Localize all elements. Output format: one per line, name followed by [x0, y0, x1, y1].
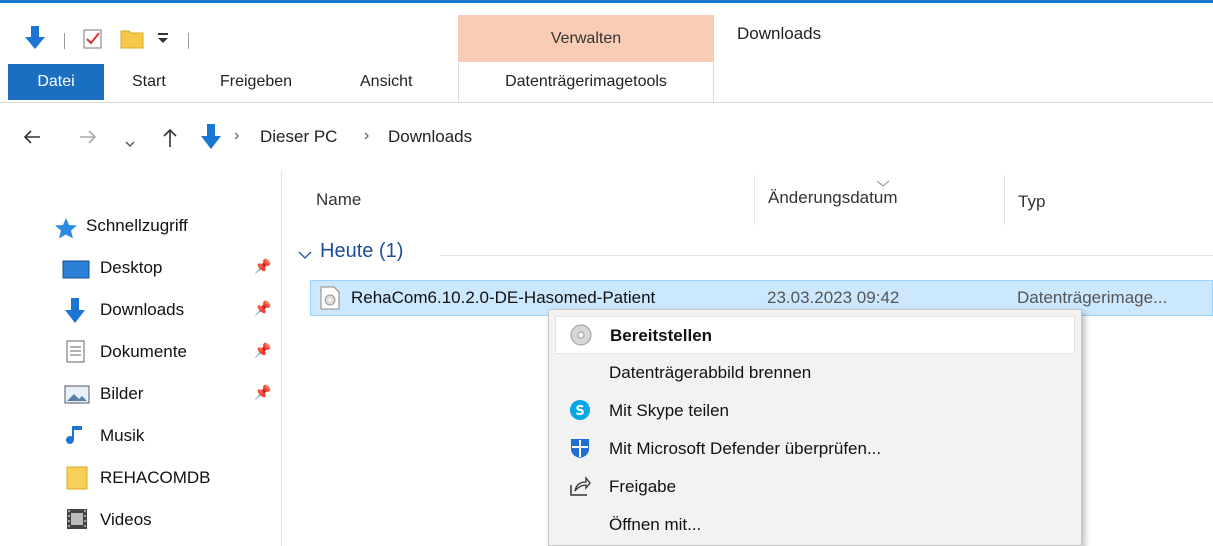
- menu-item-label: Öffnen mit...: [609, 515, 702, 534]
- nav-item-videos[interactable]: Videos: [0, 502, 280, 538]
- new-folder-icon[interactable]: [120, 28, 144, 55]
- menu-item-label: Bereitstellen: [610, 326, 713, 345]
- quick-access-star-icon: [54, 217, 78, 244]
- tab-start[interactable]: Start: [132, 62, 166, 102]
- music-icon: [66, 424, 86, 453]
- download-arrow-icon[interactable]: [22, 25, 48, 56]
- tab-datentraegerimagetools[interactable]: Datenträgerimagetools: [458, 62, 714, 102]
- pin-icon[interactable]: 📌: [254, 258, 271, 275]
- skype-icon: S: [569, 399, 591, 421]
- disc-image-file-icon: [319, 286, 341, 315]
- group-divider: [440, 255, 1213, 256]
- nav-item-label: Videos: [100, 510, 152, 529]
- nav-item-rehacomdb[interactable]: REHACOMDB: [0, 460, 280, 496]
- column-divider[interactable]: [1004, 175, 1005, 225]
- menu-item-freigabe[interactable]: Freigabe: [555, 468, 1075, 506]
- address-bar: › Dieser PC › Downloads: [0, 115, 1213, 163]
- contextual-tab-group-verwalten: Verwalten: [458, 15, 714, 62]
- breadcrumb-chevron-icon[interactable]: ›: [234, 127, 239, 145]
- file-name: RehaCom6.10.2.0-DE-Hasomed-Patient: [351, 288, 656, 307]
- column-divider[interactable]: [754, 175, 755, 225]
- nav-item-dokumente[interactable]: Dokumente 📌: [0, 334, 280, 370]
- customize-toolbar-icon[interactable]: [156, 29, 170, 48]
- up-arrow-icon[interactable]: [160, 127, 180, 155]
- nav-item-desktop[interactable]: Desktop 📌: [0, 250, 280, 286]
- menu-item-bereitstellen[interactable]: Bereitstellen: [555, 316, 1075, 354]
- column-header-date[interactable]: Änderungsdatum: [768, 188, 897, 248]
- nav-item-label: Musik: [100, 426, 145, 445]
- nav-item-bilder[interactable]: Bilder 📌: [0, 376, 280, 412]
- download-arrow-icon: [62, 297, 88, 330]
- pin-icon[interactable]: 📌: [254, 342, 271, 359]
- desktop-icon: [62, 260, 90, 285]
- nav-item-label: REHACOMDB: [100, 468, 211, 487]
- toolbar-separator: [64, 33, 65, 49]
- pin-icon[interactable]: 📌: [254, 384, 271, 401]
- ribbon-tabs: Datei Start Freigeben Ansicht Datenträge…: [0, 62, 1213, 103]
- nav-item-musik[interactable]: Musik: [0, 418, 280, 454]
- share-icon: [569, 475, 591, 497]
- menu-item-label: Datenträgerabbild brennen: [609, 363, 812, 382]
- breadcrumb-downloads[interactable]: Downloads: [388, 127, 472, 147]
- navigation-pane: Schnellzugriff Desktop 📌 Downloads 📌 Dok…: [0, 170, 282, 546]
- menu-item-label: Mit Skype teilen: [609, 401, 729, 420]
- videos-icon: [66, 508, 88, 535]
- back-arrow-icon[interactable]: [22, 127, 42, 153]
- nav-item-label: Bilder: [100, 384, 144, 403]
- recent-locations-chevron-icon[interactable]: [124, 132, 136, 155]
- toolbar-separator: [188, 33, 189, 49]
- breadcrumb-chevron-icon[interactable]: ›: [364, 127, 369, 145]
- nav-quick-access[interactable]: Schnellzugriff: [86, 216, 188, 236]
- forward-arrow-icon[interactable]: [78, 127, 98, 153]
- contextual-group-label: Verwalten: [550, 30, 622, 47]
- properties-check-icon[interactable]: [82, 28, 104, 55]
- menu-item-label: Mit Microsoft Defender überprüfen...: [609, 439, 882, 458]
- nav-item-label: Downloads: [100, 300, 185, 319]
- pin-icon[interactable]: 📌: [254, 300, 271, 317]
- group-header-heute[interactable]: Heute (1): [320, 240, 403, 263]
- breadcrumb-dieser-pc[interactable]: Dieser PC: [260, 127, 337, 147]
- downloads-location-icon: [198, 123, 224, 157]
- pictures-icon: [64, 385, 90, 410]
- menu-item-mit-skype-teilen[interactable]: S Mit Skype teilen: [555, 392, 1075, 430]
- file-date: 23.03.2023 09:42: [767, 288, 900, 307]
- menu-item-oeffnen-mit[interactable]: Öffnen mit...: [555, 506, 1075, 544]
- nav-item-label: Dokumente: [100, 342, 187, 361]
- tab-datei[interactable]: Datei: [8, 64, 104, 100]
- documents-icon: [66, 340, 86, 369]
- window-title: Downloads: [737, 24, 822, 43]
- menu-item-defender-ueberpruefen[interactable]: Mit Microsoft Defender überprüfen...: [555, 430, 1075, 468]
- defender-shield-icon: [569, 437, 591, 459]
- file-type: Datenträgerimage...: [1017, 288, 1168, 307]
- svg-text:S: S: [575, 404, 584, 419]
- disc-icon: [570, 324, 592, 346]
- column-header-type[interactable]: Typ: [1018, 192, 1045, 252]
- pane-divider: [281, 170, 282, 546]
- nav-item-label: Desktop: [100, 258, 163, 277]
- folder-icon: [66, 465, 90, 496]
- tab-ansicht[interactable]: Ansicht: [360, 62, 412, 102]
- group-collapse-chevron-icon[interactable]: [298, 247, 312, 265]
- menu-item-label: Freigabe: [609, 477, 677, 496]
- context-menu: Bereitstellen Datenträgerabbild brennen …: [548, 309, 1082, 546]
- nav-item-downloads[interactable]: Downloads 📌: [0, 292, 280, 328]
- tab-freigeben[interactable]: Freigeben: [220, 62, 292, 102]
- menu-item-datentraegerabbild-brennen[interactable]: Datenträgerabbild brennen: [555, 354, 1075, 392]
